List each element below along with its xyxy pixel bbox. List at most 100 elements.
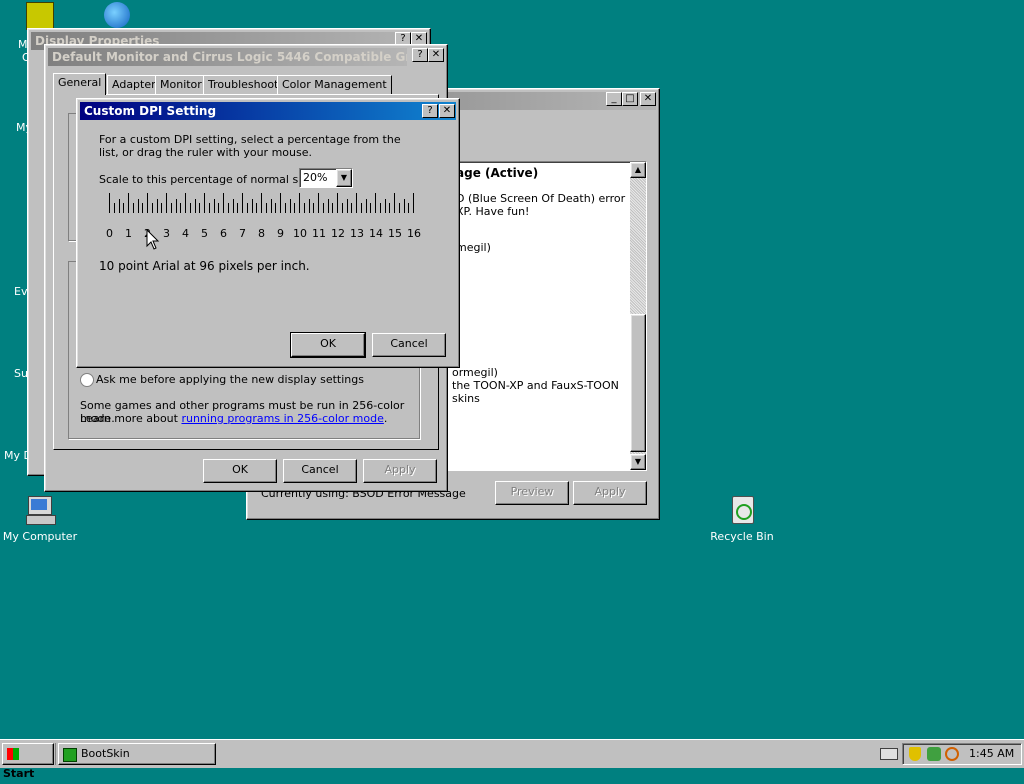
help-button[interactable]: ? bbox=[412, 48, 428, 62]
vertical-scrollbar[interactable]: ▲ ▼ bbox=[630, 162, 646, 470]
tab-troubleshoot[interactable]: Troubleshoot bbox=[203, 75, 284, 94]
ruler-tick bbox=[109, 193, 110, 213]
tab-general[interactable]: General bbox=[53, 73, 107, 95]
clock[interactable]: 1:45 AM bbox=[969, 747, 1014, 760]
ruler-number: 16 bbox=[407, 227, 421, 240]
minimize-button[interactable]: _ bbox=[606, 92, 622, 106]
ruler-tick bbox=[265, 203, 267, 213]
ruler-tick bbox=[384, 199, 386, 213]
ruler-number: 3 bbox=[163, 227, 170, 240]
ruler-tick bbox=[379, 203, 381, 213]
dpi-instructions: For a custom DPI setting, select a perce… bbox=[99, 133, 401, 159]
ruler-number: 8 bbox=[258, 227, 265, 240]
ruler-tick bbox=[161, 203, 163, 213]
ruler-tick bbox=[137, 199, 139, 213]
custom-dpi-titlebar: Custom DPI Setting bbox=[80, 102, 456, 120]
cancel-button[interactable]: Cancel bbox=[372, 333, 446, 357]
scroll-down-button[interactable]: ▼ bbox=[630, 454, 646, 470]
tab-color-management[interactable]: Color Management bbox=[277, 75, 392, 94]
taskbar-button-bootskin[interactable]: BootSkin bbox=[58, 743, 216, 765]
ruler-tick bbox=[322, 203, 324, 213]
maximize-button[interactable]: □ bbox=[622, 92, 638, 106]
ruler-tick bbox=[142, 203, 144, 213]
keyboard-icon[interactable] bbox=[880, 748, 898, 760]
taskbar-button-label: BootSkin bbox=[81, 747, 130, 760]
ruler-tick bbox=[256, 203, 258, 213]
ruler-tick bbox=[232, 199, 234, 213]
ruler-tick bbox=[318, 193, 319, 213]
close-button[interactable]: ✕ bbox=[439, 104, 455, 118]
ruler-tick bbox=[151, 203, 153, 213]
scroll-thumb[interactable] bbox=[630, 314, 646, 452]
ruler-number: 14 bbox=[369, 227, 383, 240]
dpi-sample-text: 10 point Arial at 96 pixels per inch. bbox=[99, 259, 310, 273]
taskbar: Start BootSkin 1:45 AM bbox=[0, 739, 1024, 780]
scale-dropdown[interactable]: 20% ▼ bbox=[299, 168, 353, 188]
ruler-tick bbox=[208, 203, 210, 213]
ruler-tick bbox=[213, 199, 215, 213]
skin-list[interactable]: age (Active) D (Blue Screen Of Death) er… bbox=[435, 161, 647, 471]
desktop-label-partial-4[interactable]: Su bbox=[14, 367, 28, 380]
cancel-button[interactable]: Cancel bbox=[283, 459, 357, 483]
start-button[interactable]: Start bbox=[2, 743, 54, 780]
chevron-down-icon[interactable]: ▼ bbox=[336, 169, 352, 187]
ruler-number: 15 bbox=[388, 227, 402, 240]
desktop-label-partial-3[interactable]: Ev bbox=[14, 285, 27, 298]
skin-list-text: D (Blue Screen Of Death) error bbox=[456, 192, 626, 205]
ruler-tick bbox=[118, 199, 120, 213]
skin-list-text: the TOON-XP and FauxS-TOON skins bbox=[452, 379, 619, 405]
close-button[interactable]: ✕ bbox=[428, 48, 444, 62]
tab-strip: General Adapter Monitor Troubleshoot Col… bbox=[53, 73, 439, 95]
radio-ask-before-applying[interactable] bbox=[80, 373, 94, 387]
ruler-tick bbox=[308, 199, 310, 213]
radio-ask-label[interactable]: Ask me before applying the new display s… bbox=[96, 373, 364, 386]
ruler-tick bbox=[261, 193, 262, 213]
ruler-tick bbox=[180, 203, 182, 213]
apply-button[interactable]: Apply bbox=[573, 481, 647, 505]
desktop-icon-recycle-bin[interactable]: Recycle Bin bbox=[702, 494, 782, 543]
ruler-tick bbox=[237, 203, 239, 213]
ruler-number: 1 bbox=[125, 227, 132, 240]
ruler-tick bbox=[218, 203, 220, 213]
ruler-tick bbox=[251, 199, 253, 213]
ruler-tick bbox=[185, 193, 186, 213]
ruler-tick bbox=[175, 199, 177, 213]
ruler-tick bbox=[294, 203, 296, 213]
apply-button[interactable]: Apply bbox=[363, 459, 437, 483]
ruler-tick bbox=[394, 193, 395, 213]
scale-label: Scale to this percentage of normal size: bbox=[99, 173, 318, 186]
ruler-tick bbox=[270, 199, 272, 213]
ruler-tick bbox=[204, 193, 205, 213]
ruler-tick bbox=[123, 203, 125, 213]
network-icon[interactable] bbox=[927, 747, 941, 761]
256-color-help-link[interactable]: running programs in 256-color mode bbox=[181, 412, 383, 425]
ruler-tick bbox=[346, 199, 348, 213]
skin-list-heading: age (Active) bbox=[456, 166, 539, 180]
desktop-icon-label: Recycle Bin bbox=[710, 530, 774, 543]
ruler-tick bbox=[313, 203, 315, 213]
ruler-tick bbox=[389, 203, 391, 213]
windows-logo-icon bbox=[7, 748, 19, 760]
preview-button[interactable]: Preview bbox=[495, 481, 569, 505]
scroll-up-button[interactable]: ▲ bbox=[630, 162, 646, 178]
desktop-icon-label: My Computer bbox=[2, 530, 78, 543]
learn-more-prefix: Learn more about bbox=[80, 412, 182, 425]
magnifier-icon[interactable] bbox=[945, 747, 959, 761]
ruler-tick bbox=[351, 203, 353, 213]
tab-monitor[interactable]: Monitor bbox=[155, 75, 207, 94]
ruler-tick bbox=[375, 193, 376, 213]
dpi-ruler[interactable]: 012345678910111213141516 bbox=[103, 191, 425, 240]
ruler-tick bbox=[246, 203, 248, 213]
ruler-tick bbox=[170, 203, 172, 213]
shield-icon[interactable] bbox=[909, 747, 921, 761]
ruler-tick bbox=[289, 199, 291, 213]
close-button[interactable]: ✕ bbox=[640, 92, 656, 106]
ruler-tick bbox=[365, 199, 367, 213]
program-icon bbox=[26, 2, 54, 30]
ok-button[interactable]: OK bbox=[290, 332, 366, 358]
desktop-icon-my-computer[interactable]: My Computer bbox=[0, 494, 80, 543]
ok-button[interactable]: OK bbox=[203, 459, 277, 483]
ruler-number: 9 bbox=[277, 227, 284, 240]
tab-adapter[interactable]: Adapter bbox=[107, 75, 161, 94]
help-button[interactable]: ? bbox=[422, 104, 438, 118]
